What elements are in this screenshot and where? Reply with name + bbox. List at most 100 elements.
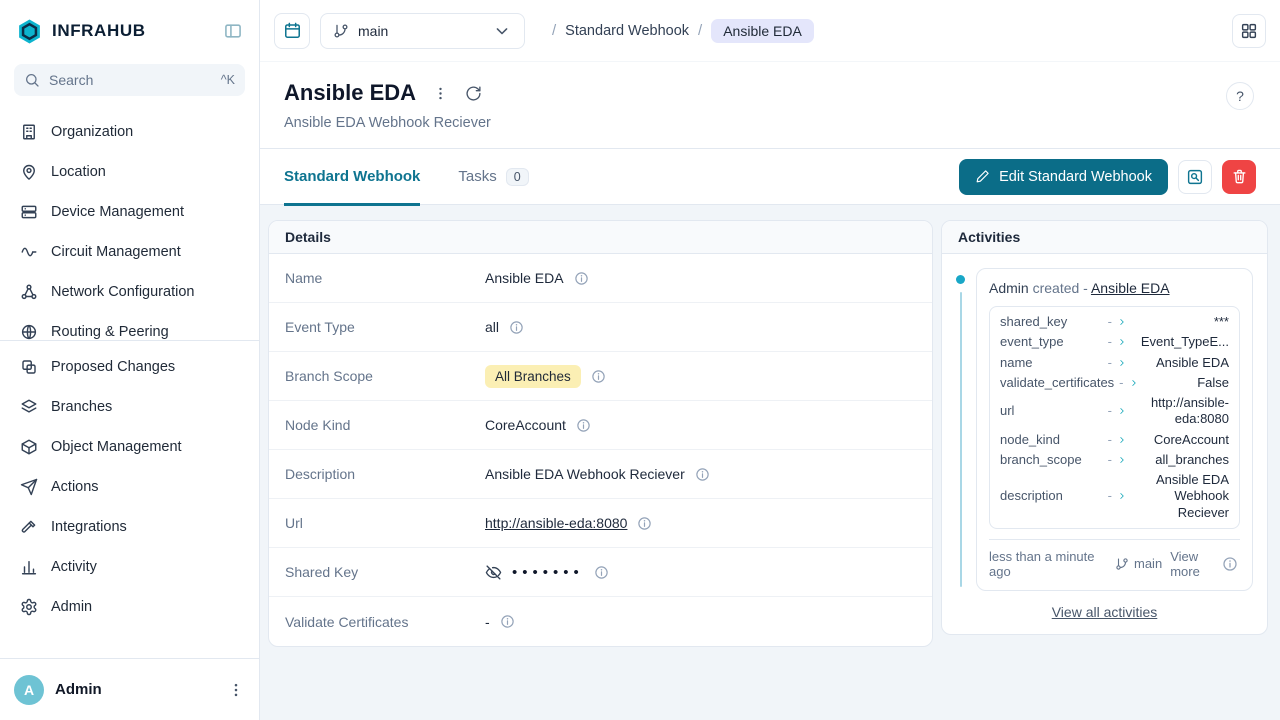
avatar[interactable]: A [14, 675, 44, 705]
url-link[interactable]: http://ansible-eda:8080 [485, 515, 627, 531]
change-dash: - [1108, 488, 1112, 504]
sidebar-item-label: Object Management [51, 439, 182, 455]
change-row: node_kind-CoreAccount [990, 430, 1239, 450]
timeline-dot [956, 275, 965, 284]
view-all-activities-link[interactable]: View all activities [956, 604, 1253, 620]
change-row: description-Ansible EDA Webhook Reciever [990, 470, 1239, 523]
app: INFRAHUB Search ^K Organization Location… [0, 0, 1280, 720]
sidebar-item-label: Branches [51, 399, 112, 415]
info-icon[interactable] [637, 516, 652, 531]
sidebar-item-circuit-management[interactable]: Circuit Management [10, 232, 249, 272]
branch-selector[interactable]: main [320, 13, 525, 49]
info-icon[interactable] [500, 614, 515, 629]
refresh-button[interactable] [465, 85, 482, 102]
change-dash: - [1108, 334, 1112, 350]
view-more-link[interactable]: View more [1170, 549, 1212, 579]
detail-label: Url [285, 515, 485, 531]
info-icon[interactable] [576, 418, 591, 433]
detail-value: - [485, 614, 490, 630]
gear-icon [20, 598, 38, 616]
sidebar-item-device-management[interactable]: Device Management [10, 192, 249, 232]
info-icon[interactable] [594, 565, 609, 580]
sidebar-item-proposed-changes[interactable]: Proposed Changes [10, 347, 249, 387]
tab-tasks[interactable]: Tasks 0 [458, 149, 528, 205]
detail-row-validate-certificates: Validate Certificates - [269, 597, 932, 646]
info-icon[interactable] [509, 320, 524, 335]
change-row: validate_certificates-False [990, 373, 1239, 393]
detail-row-event-type: Event Type all [269, 303, 932, 352]
sidebar-item-label: Activity [51, 559, 97, 575]
sidebar-item-integrations[interactable]: Integrations [10, 507, 249, 547]
network-icon [20, 283, 38, 301]
sidebar-item-location[interactable]: Location [10, 152, 249, 192]
git-branch-icon [333, 23, 349, 39]
delete-button[interactable] [1222, 160, 1256, 194]
tab-standard-webhook[interactable]: Standard Webhook [284, 149, 420, 205]
date-picker-button[interactable] [274, 13, 310, 49]
sidebar-item-activity[interactable]: Activity [10, 547, 249, 587]
change-dash: - [1108, 452, 1112, 468]
logo-row: INFRAHUB [0, 0, 259, 62]
detail-row-node-kind: Node Kind CoreAccount [269, 401, 932, 450]
kebab-icon [227, 681, 245, 699]
breadcrumb-item-standard-webhook[interactable]: Standard Webhook [565, 23, 689, 39]
change-row: shared_key-*** [990, 312, 1239, 332]
activity-timeline: Admin created - Ansible EDA shared_key-*… [956, 268, 1253, 591]
sidebar-item-object-management[interactable]: Object Management [10, 427, 249, 467]
pencil-icon [975, 169, 990, 184]
detail-label: Validate Certificates [285, 614, 485, 630]
help-button[interactable]: ? [1226, 82, 1254, 110]
chevron-right-icon [1117, 491, 1127, 501]
sidebar-item-organization[interactable]: Organization [10, 112, 249, 152]
detail-label: Shared Key [285, 564, 485, 580]
breadcrumb-item-ansible-eda[interactable]: Ansible EDA [711, 19, 814, 43]
breadcrumb-separator: / [552, 22, 556, 39]
refresh-icon [465, 85, 482, 102]
tab-label: Standard Webhook [284, 168, 420, 185]
details-card: Details Name Ansible EDA Event Type all [268, 220, 933, 647]
detail-value: Ansible EDA Webhook Reciever [485, 466, 685, 482]
change-value: False [1144, 375, 1229, 391]
sidebar-item-label: Network Configuration [51, 284, 194, 300]
change-dash: - [1108, 355, 1112, 371]
user-menu-button[interactable] [227, 681, 245, 699]
globe-icon [20, 323, 38, 340]
info-icon[interactable] [591, 369, 606, 384]
object-search-icon [1186, 168, 1204, 186]
info-icon[interactable] [695, 467, 710, 482]
kebab-icon [432, 85, 449, 102]
activity-actor: Admin [989, 280, 1029, 296]
change-value: Ansible EDA [1132, 355, 1229, 371]
edit-standard-webhook-button[interactable]: Edit Standard Webhook [959, 159, 1168, 195]
apps-menu-button[interactable] [1232, 14, 1266, 48]
activity-branch[interactable]: main [1115, 556, 1162, 571]
sidebar-item-label: Routing & Peering [51, 324, 169, 340]
detail-value: all [485, 319, 499, 335]
sidebar-item-actions[interactable]: Actions [10, 467, 249, 507]
info-icon[interactable] [1222, 556, 1238, 572]
sidebar-collapse-button[interactable] [223, 21, 243, 41]
breadcrumb-separator: / [698, 22, 702, 39]
search-label: Search [49, 72, 93, 88]
search-input[interactable]: Search ^K [14, 64, 245, 96]
breadcrumb: / Standard Webhook / Ansible EDA [543, 19, 814, 43]
reveal-secret-button[interactable] [485, 564, 502, 581]
change-dash: - [1108, 314, 1112, 330]
sidebar-item-label: Proposed Changes [51, 359, 175, 375]
sidebar-item-network-configuration[interactable]: Network Configuration [10, 272, 249, 312]
activity-changes: shared_key-*** event_type-Event_TypeE...… [989, 306, 1240, 529]
info-icon[interactable] [574, 271, 589, 286]
sidebar-item-routing-peering[interactable]: Routing & Peering [10, 312, 249, 340]
user-row: A Admin [0, 658, 259, 720]
object-search-button[interactable] [1178, 160, 1212, 194]
change-key: name [1000, 355, 1103, 371]
sidebar-item-branches[interactable]: Branches [10, 387, 249, 427]
title-menu-button[interactable] [432, 85, 449, 102]
sidebar-item-label: Circuit Management [51, 244, 181, 260]
change-value: all_branches [1132, 452, 1229, 468]
wave-icon [20, 243, 38, 261]
activity-target-link[interactable]: Ansible EDA [1091, 280, 1170, 296]
infrahub-logo-icon [16, 18, 43, 45]
sidebar-nav-main: Organization Location Device Management … [0, 106, 259, 340]
sidebar-item-admin[interactable]: Admin [10, 587, 249, 627]
